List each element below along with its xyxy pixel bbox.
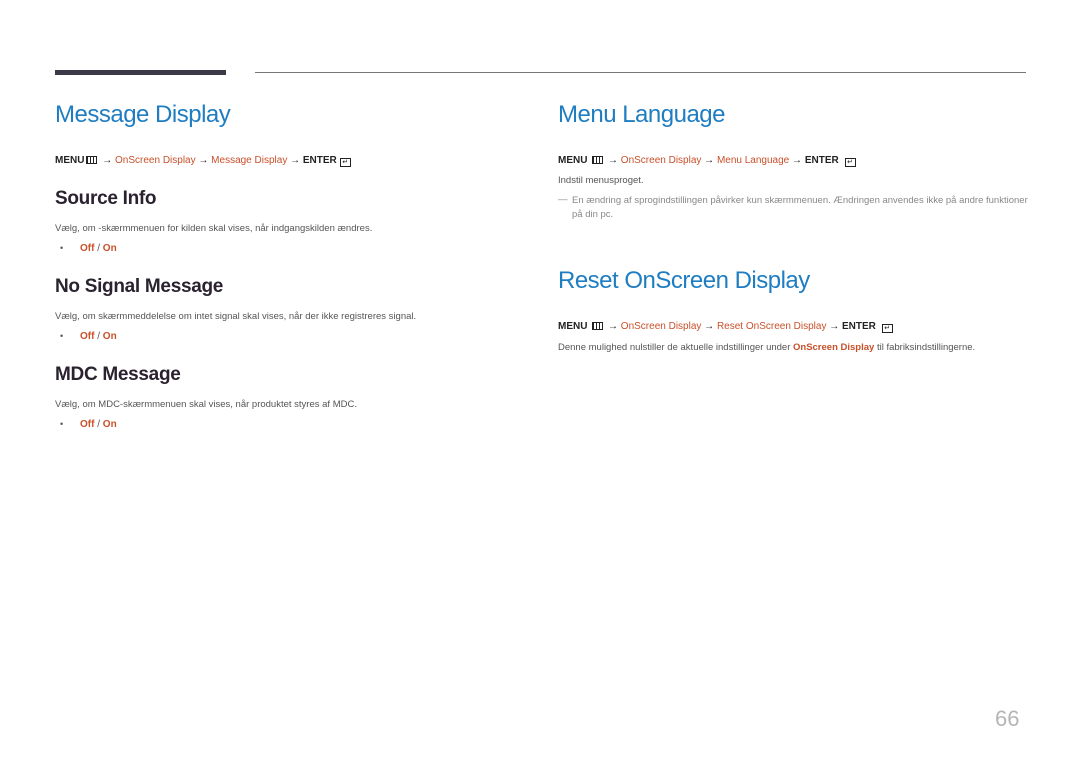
menu-icon <box>592 156 604 164</box>
page-number: 66 <box>995 706 1020 731</box>
note-icon: ― <box>558 194 568 205</box>
enter-icon: ↵ <box>339 158 351 167</box>
option-off[interactable]: Off <box>80 419 94 430</box>
enter-icon: ↵ <box>881 324 893 333</box>
path-step[interactable]: OnScreen Display <box>621 321 702 332</box>
option-list: • Off / On <box>60 419 117 430</box>
path-step[interactable]: Message Display <box>211 155 287 166</box>
section-desc: Indstil menusproget. <box>558 175 644 186</box>
option-off[interactable]: Off <box>80 331 94 342</box>
path-step[interactable]: Reset OnScreen Display <box>717 321 827 332</box>
menu-icon <box>86 156 98 164</box>
section-desc: Denne mulighed nulstiller de aktuelle in… <box>558 342 976 353</box>
page-title-reset-osd: Reset OnScreen Display <box>558 267 810 294</box>
option-on[interactable]: On <box>103 419 117 430</box>
bullet-icon: • <box>60 419 64 429</box>
note: ― En ændring af sprogindstillingen påvir… <box>558 194 1028 222</box>
highlight-term: OnScreen Display <box>793 342 875 353</box>
menu-label: MENU <box>558 321 588 332</box>
path-step[interactable]: OnScreen Display <box>115 155 196 166</box>
section-title-mdc-message: MDC Message <box>55 364 181 385</box>
enter-label: ENTER <box>842 321 876 332</box>
bullet-icon: • <box>60 243 64 253</box>
path-step[interactable]: Menu Language <box>717 155 789 166</box>
path-step[interactable]: OnScreen Display <box>621 155 702 166</box>
menu-icon <box>592 322 604 330</box>
menu-path-reset: MENU → OnScreen Display → Reset OnScreen… <box>558 321 893 333</box>
option-list: • Off / On <box>60 243 117 254</box>
menu-path-menu-language: MENU → OnScreen Display → Menu Language … <box>558 155 856 167</box>
option-on[interactable]: On <box>103 331 117 342</box>
menu-label: MENU <box>55 155 85 166</box>
header-bar-thick <box>55 70 226 75</box>
section-desc: Vælg, om skærmmeddelelse om intet signal… <box>55 311 417 322</box>
enter-label: ENTER <box>804 155 839 166</box>
section-title-source-info: Source Info <box>55 188 157 209</box>
menu-path-message-display: MENU → OnScreen Display → Message Displa… <box>55 155 351 167</box>
enter-icon: ↵ <box>844 158 856 167</box>
bullet-icon: • <box>60 331 64 341</box>
section-desc: Vælg, om -skærmmenuen for kilden skal vi… <box>55 223 373 234</box>
page-title-menu-language: Menu Language <box>558 101 725 128</box>
page-title-message-display: Message Display <box>55 101 231 128</box>
section-desc: Vælg, om MDC-skærmmenuen skal vises, når… <box>55 399 357 410</box>
note-text: En ændring af sprogindstillingen påvirke… <box>572 195 1028 220</box>
option-list: • Off / On <box>60 331 117 342</box>
option-off[interactable]: Off <box>80 243 94 254</box>
header-rule <box>255 72 1026 73</box>
section-title-no-signal: No Signal Message <box>55 276 224 297</box>
enter-label: ENTER <box>302 155 337 166</box>
menu-label: MENU <box>558 155 588 166</box>
option-on[interactable]: On <box>103 243 117 254</box>
